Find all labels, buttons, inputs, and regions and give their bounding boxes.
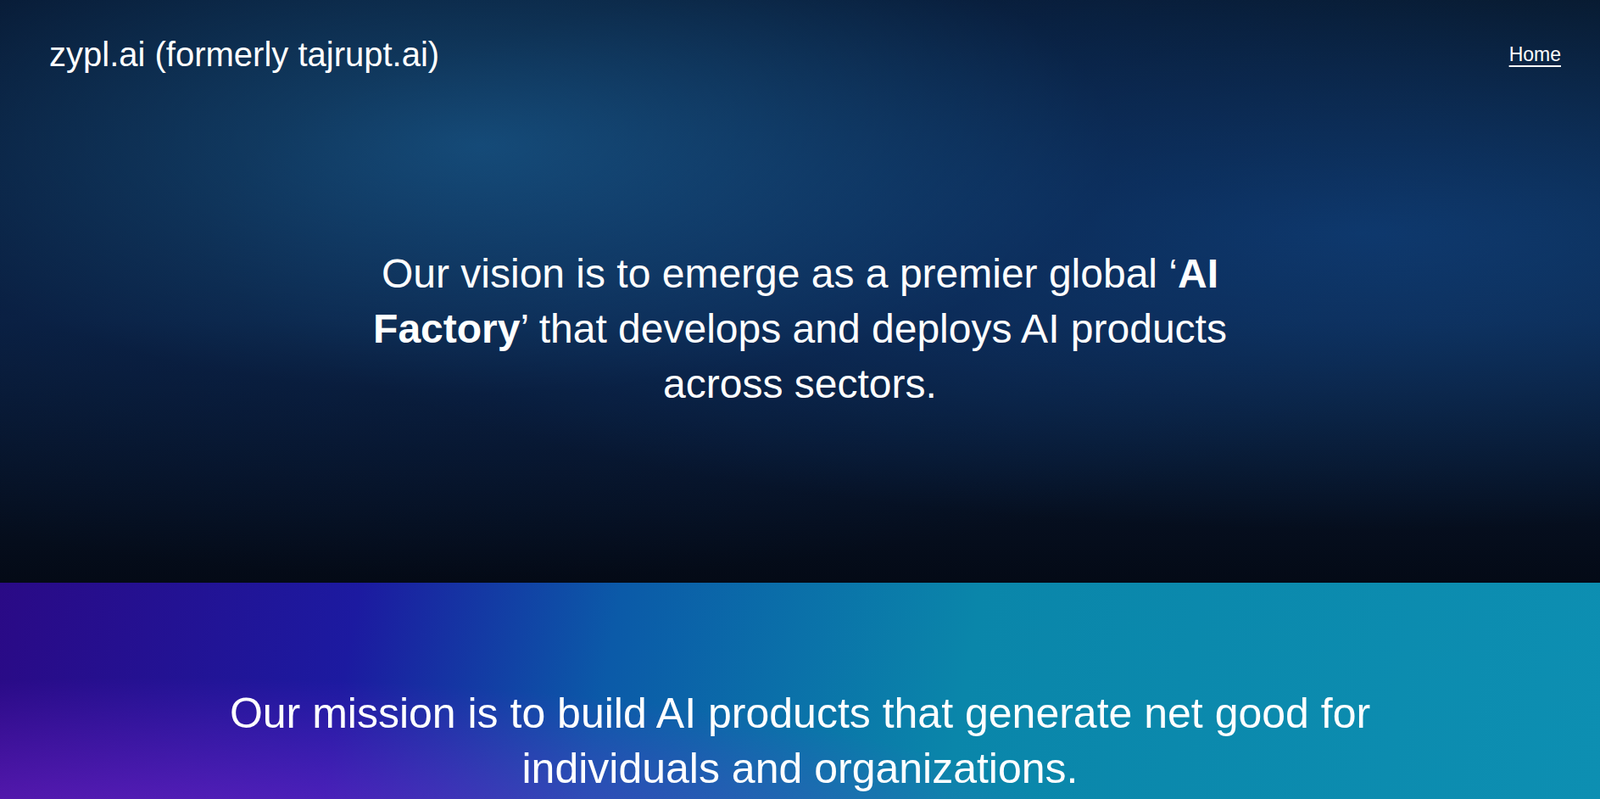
hero-section: zypl.ai (formerly tajrupt.ai) Home Our vis… [0, 0, 1600, 583]
nav: Home [1509, 39, 1561, 70]
mission-section: Our mission is to build AI products that… [0, 582, 1600, 799]
mission-text: Our mission is to build AI products that… [172, 685, 1428, 799]
brand[interactable]: zypl.ai (formerly tajrupt.ai) [49, 32, 440, 77]
vision-text: Our vision is to emerge as a premier glo… [334, 245, 1267, 583]
vision-highlight: AI Factory [373, 250, 1219, 352]
top-bar: zypl.ai (formerly tajrupt.ai) Home [0, 0, 1600, 77]
nav-link[interactable]: Home [1509, 39, 1561, 70]
page: zypl.ai (formerly tajrupt.ai) Home Our vis… [0, 0, 1600, 799]
vision-wrap: Our vision is to emerge as a premier glo… [0, 76, 1600, 583]
